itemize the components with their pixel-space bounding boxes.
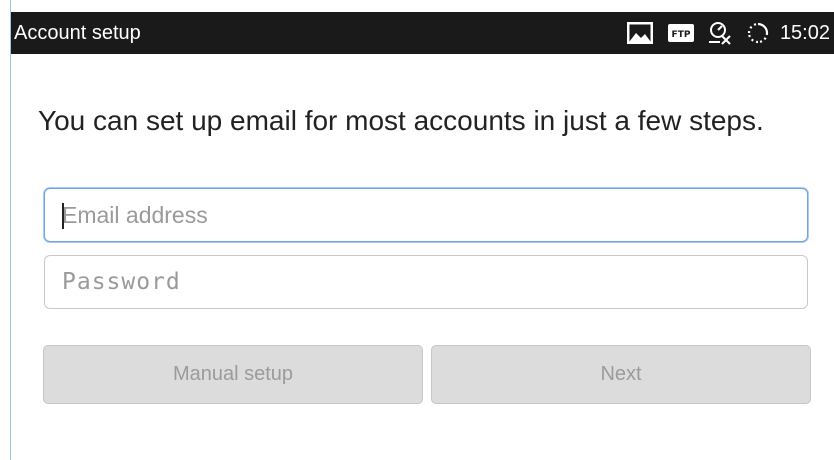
ftp-icon-label: FTP (671, 30, 690, 40)
next-button[interactable]: Next (431, 345, 811, 404)
password-input[interactable] (62, 256, 807, 308)
setup-form: You can set up email for most accounts i… (11, 54, 834, 460)
clock: 15:02 (779, 21, 830, 44)
email-input[interactable] (62, 189, 807, 241)
manual-setup-button[interactable]: Manual setup (43, 345, 423, 404)
status-icons: FTP 15:02 (626, 21, 830, 45)
ftp-icon: FTP (667, 24, 694, 42)
status-bar: Account setup FTP 15:02 (11, 12, 834, 54)
password-field[interactable] (44, 255, 808, 309)
screen-title: Account setup (14, 21, 141, 44)
text-cursor (62, 203, 64, 229)
account-setup-screen: Account setup FTP 15:02 You can set up e… (0, 0, 834, 460)
email-field[interactable] (44, 188, 808, 242)
intro-text: You can set up email for most accounts i… (38, 105, 764, 136)
image-icon (626, 21, 654, 45)
sync-off-icon (708, 21, 732, 45)
loading-icon (746, 21, 770, 45)
